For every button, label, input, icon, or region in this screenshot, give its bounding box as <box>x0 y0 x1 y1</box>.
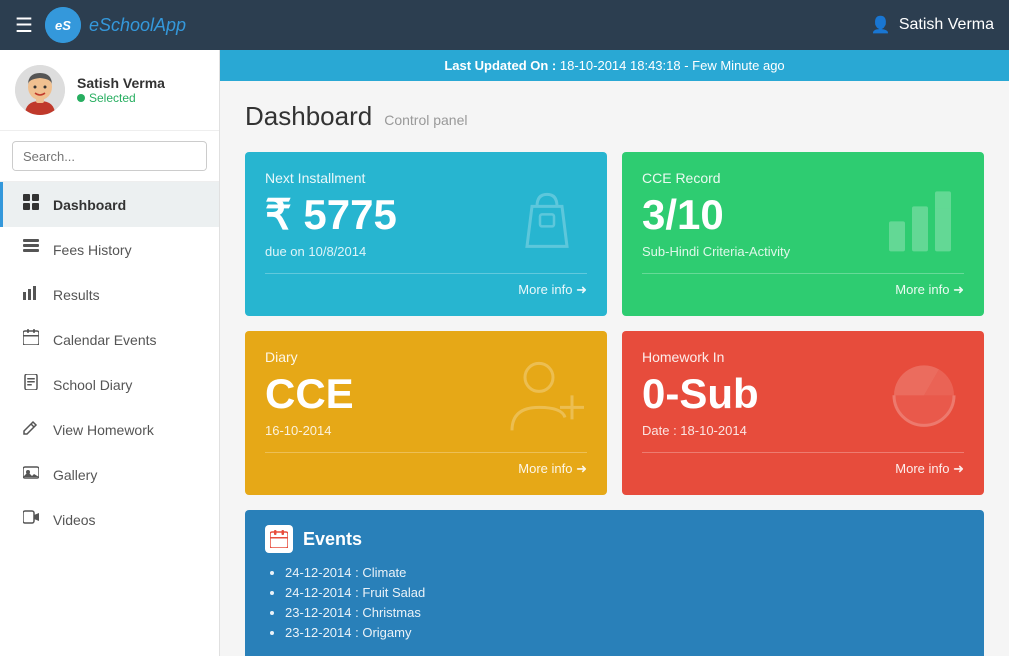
sidebar-status: Selected <box>77 91 165 105</box>
calendar-icon <box>21 329 41 350</box>
hamburger-icon[interactable]: ☰ <box>15 13 33 38</box>
events-title: Events <box>303 529 362 550</box>
events-panel: Events 24-12-2014 : Climate 24-12-2014 :… <box>245 510 984 656</box>
sidebar-item-dashboard-label: Dashboard <box>53 197 126 213</box>
user-profile: Satish Verma Selected <box>0 50 219 131</box>
logo-area: eS eSchoolApp <box>45 7 186 43</box>
sidebar-item-school-diary[interactable]: School Diary <box>0 362 219 407</box>
list-item: 23-12-2014 : Christmas <box>285 605 964 620</box>
school-diary-icon <box>21 374 41 395</box>
navbar-right: 👤 Satish Verma <box>871 15 994 35</box>
avatar <box>15 65 65 115</box>
sidebar-item-fees-label: Fees History <box>53 242 132 258</box>
card-footer-installment: More info ➜ <box>265 273 587 298</box>
main-content: Last Updated On : 18-10-2014 18:43:18 - … <box>220 50 1009 656</box>
svg-text:eS: eS <box>55 18 71 33</box>
videos-icon <box>21 509 41 530</box>
list-item: 24-12-2014 : Fruit Salad <box>285 585 964 600</box>
card-cce-record[interactable]: CCE Record 3/10 Sub-Hindi Criteria-Activ… <box>622 152 984 316</box>
results-icon <box>21 284 41 305</box>
navbar-username: Satish Verma <box>899 16 994 34</box>
pie-chart-icon <box>884 356 964 452</box>
sidebar: Satish Verma Selected 🔍 <box>0 50 220 656</box>
card-homework[interactable]: Homework In 0-Sub Date : 18-10-2014 More… <box>622 331 984 495</box>
events-list: 24-12-2014 : Climate 24-12-2014 : Fruit … <box>265 565 964 640</box>
app-name: eSchoolApp <box>89 15 186 36</box>
events-header: Events <box>265 525 964 553</box>
search-input[interactable] <box>13 143 207 170</box>
card-next-installment[interactable]: Next Installment ₹ 5775 due on 10/8/2014… <box>245 152 607 316</box>
sidebar-item-diary-label: School Diary <box>53 377 132 393</box>
logo-image: eS <box>45 7 81 43</box>
fees-history-icon <box>21 239 41 260</box>
bar-chart-icon <box>884 176 964 272</box>
events-calendar-icon <box>265 525 293 553</box>
sidebar-item-videos[interactable]: Videos <box>0 497 219 542</box>
sidebar-item-homework[interactable]: View Homework <box>0 407 219 452</box>
page-title: Dashboard <box>245 101 372 132</box>
status-dot <box>77 94 85 102</box>
page-subtitle: Control panel <box>384 112 467 128</box>
search-box: 🔍 <box>0 131 219 182</box>
sidebar-item-dashboard[interactable]: Dashboard <box>0 182 219 227</box>
content-area: Dashboard Control panel Next Installment… <box>220 81 1009 656</box>
sidebar-item-videos-label: Videos <box>53 512 96 528</box>
sidebar-item-homework-label: View Homework <box>53 422 154 438</box>
update-bar: Last Updated On : 18-10-2014 18:43:18 - … <box>220 50 1009 81</box>
dashboard-icon <box>21 194 41 215</box>
sidebar-item-gallery-label: Gallery <box>53 467 97 483</box>
update-prefix: Last Updated On : <box>444 58 556 73</box>
navbar: ☰ eS eSchoolApp 👤 Satish Verma <box>0 0 1009 50</box>
cards-grid: Next Installment ₹ 5775 due on 10/8/2014… <box>245 152 984 495</box>
sidebar-item-gallery[interactable]: Gallery <box>0 452 219 497</box>
sidebar-item-fees-history[interactable]: Fees History <box>0 227 219 272</box>
search-input-wrap: 🔍 <box>12 141 207 171</box>
sidebar-username: Satish Verma <box>77 75 165 91</box>
update-datetime: 18-10-2014 18:43:18 <box>560 58 681 73</box>
user-icon-nav: 👤 <box>871 15 891 35</box>
sidebar-item-results-label: Results <box>53 287 100 303</box>
app-body: Satish Verma Selected 🔍 <box>0 50 1009 656</box>
user-info: Satish Verma Selected <box>77 75 165 105</box>
page-header: Dashboard Control panel <box>245 101 984 132</box>
bag-icon <box>507 176 587 272</box>
list-item: 23-12-2014 : Origamy <box>285 625 964 640</box>
list-item: 24-12-2014 : Climate <box>285 565 964 580</box>
update-suffix: - Few Minute ago <box>684 58 784 73</box>
nav-menu: Dashboard Fees History <box>0 182 219 656</box>
homework-icon <box>21 419 41 440</box>
sidebar-item-calendar-label: Calendar Events <box>53 332 157 348</box>
gallery-icon <box>21 464 41 485</box>
card-footer-homework: More info ➜ <box>642 452 964 477</box>
sidebar-item-results[interactable]: Results <box>0 272 219 317</box>
navbar-left: ☰ eS eSchoolApp <box>15 7 186 43</box>
person-add-icon <box>507 356 587 452</box>
sidebar-item-calendar[interactable]: Calendar Events <box>0 317 219 362</box>
card-footer-diary: More info ➜ <box>265 452 587 477</box>
card-footer-cce: More info ➜ <box>642 273 964 298</box>
card-diary[interactable]: Diary CCE 16-10-2014 More info ➜ <box>245 331 607 495</box>
